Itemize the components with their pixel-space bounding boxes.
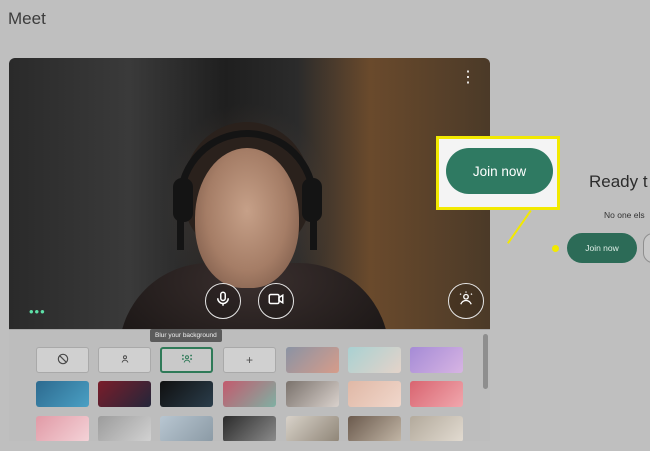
slight-blur-option[interactable]: [98, 347, 151, 373]
effects-panel: +: [9, 329, 490, 441]
background-thumbnail[interactable]: [348, 347, 401, 373]
background-thumbnail[interactable]: [286, 416, 339, 441]
background-thumbnail[interactable]: [36, 381, 89, 407]
background-thumbnail[interactable]: [36, 416, 89, 441]
camera-preview: ⋮ •••: [9, 58, 490, 329]
background-thumbnail[interactable]: [160, 381, 213, 407]
blur-tooltip: Blur your background: [150, 329, 222, 342]
blur-background-option[interactable]: [160, 347, 213, 373]
background-thumbnail[interactable]: [286, 381, 339, 407]
join-now-callout-button[interactable]: Join now: [446, 148, 553, 194]
background-thumbnail[interactable]: [98, 416, 151, 441]
background-thumbnail[interactable]: [410, 416, 463, 441]
background-thumbnail[interactable]: [98, 381, 151, 407]
background-thumbnail[interactable]: [348, 381, 401, 407]
mic-icon: [214, 290, 232, 313]
background-thumbnail[interactable]: [160, 416, 213, 441]
background-effects-button[interactable]: [448, 283, 484, 319]
block-icon: [56, 352, 70, 369]
present-button[interactable]: [643, 233, 650, 263]
join-now-button[interactable]: Join now: [567, 233, 637, 263]
app-title: Meet: [8, 9, 46, 28]
effects-scrollbar[interactable]: [483, 334, 488, 389]
background-thumbnail[interactable]: [223, 416, 276, 441]
no-effect-option[interactable]: [36, 347, 89, 373]
background-effects-icon: [457, 290, 475, 313]
camera-button[interactable]: [258, 283, 294, 319]
microphone-button[interactable]: [205, 283, 241, 319]
background-thumbnail[interactable]: [286, 347, 339, 373]
video-camera-icon: [267, 290, 285, 313]
participants-status-text: No one els: [604, 210, 645, 220]
person-blur-icon: [118, 352, 132, 369]
plus-icon: +: [245, 353, 253, 367]
background-thumbnail[interactable]: [410, 347, 463, 373]
headphone-left: [173, 178, 193, 222]
more-vert-icon[interactable]: ⋮: [460, 70, 476, 86]
upload-background-option[interactable]: +: [223, 347, 276, 373]
callout-pointer-dot: [552, 245, 559, 252]
callout-pointer-line: [507, 210, 532, 244]
background-thumbnail[interactable]: [348, 416, 401, 441]
background-thumbnail[interactable]: [223, 381, 276, 407]
background-thumbnail[interactable]: [410, 381, 463, 407]
three-dots-icon[interactable]: •••: [29, 304, 46, 319]
person-blur-strong-icon: [180, 352, 194, 369]
ready-to-join-heading: Ready t: [589, 172, 648, 191]
headphone-right: [302, 178, 322, 222]
